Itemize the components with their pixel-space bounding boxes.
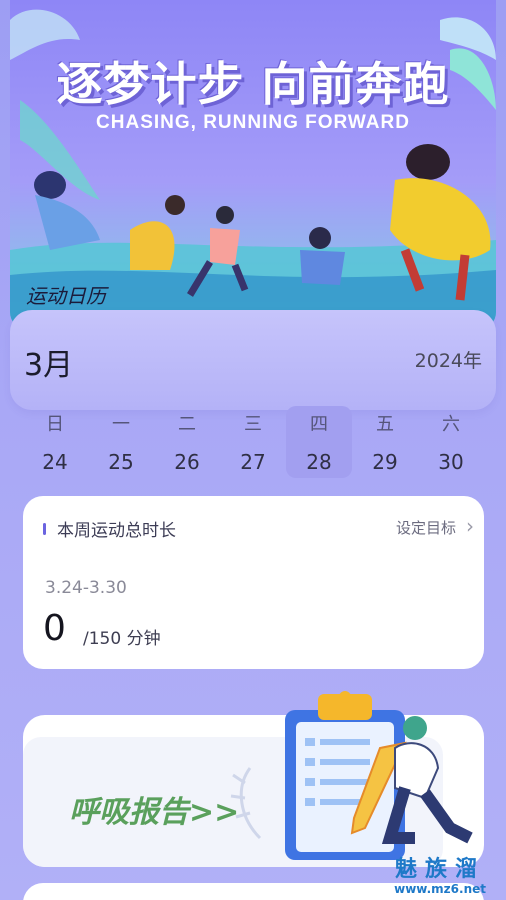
day-mon[interactable]: 一 25 xyxy=(88,406,154,478)
set-goal-link[interactable]: 设定目标 xyxy=(396,517,456,538)
calendar-header: 3月 2024年 xyxy=(10,310,496,410)
date-label: 27 xyxy=(240,450,266,474)
chevron-right-icon[interactable]: › xyxy=(466,514,474,538)
day-sat[interactable]: 六 30 xyxy=(418,406,484,478)
weekly-duration-title: 本周运动总时长 xyxy=(57,521,176,541)
date-label: 29 xyxy=(372,450,398,474)
day-tue[interactable]: 二 26 xyxy=(154,406,220,478)
year-label: 2024年 xyxy=(414,350,482,372)
date-label: 28 xyxy=(306,450,332,474)
watermark-url: www.mz6.net xyxy=(394,882,486,896)
weekly-duration-card[interactable]: 本周运动总时长 设定目标 › 3.24-3.30 0 /150 分钟 xyxy=(23,496,484,669)
weekday-label: 五 xyxy=(376,414,394,435)
watermark: 魅族溜 www.mz6.net xyxy=(394,857,486,897)
date-label: 25 xyxy=(108,450,134,474)
week-calendar: 3月 2024年 日 24 一 25 二 26 三 27 四 28 五 29 六… xyxy=(10,310,496,495)
weekday-label: 六 xyxy=(442,414,460,435)
weekday-label: 日 xyxy=(46,414,64,435)
accent-bar xyxy=(43,523,46,535)
week-range: 3.24-3.30 xyxy=(45,578,127,598)
date-label: 24 xyxy=(42,450,68,474)
weekday-label: 二 xyxy=(178,414,196,435)
clipboard-pencil-illustration xyxy=(230,691,473,860)
watermark-name: 魅族溜 xyxy=(395,857,486,882)
weekday-label: 三 xyxy=(244,414,262,435)
month-label: 3月 xyxy=(24,348,74,383)
weekday-label: 四 xyxy=(310,414,328,435)
weekday-label: 一 xyxy=(112,414,130,435)
sport-calendar-label: 运动日历 xyxy=(26,284,106,308)
date-label: 26 xyxy=(174,450,200,474)
total-minutes: 0 xyxy=(43,608,66,649)
day-sun[interactable]: 日 24 xyxy=(22,406,88,478)
banner-subtitle: CHASING, RUNNING FORWARD xyxy=(96,112,410,133)
date-label: 30 xyxy=(438,450,464,474)
hero-banner[interactable]: 逐梦计步 向前奔跑 CHASING, RUNNING FORWARD 运动日历 xyxy=(10,0,496,330)
day-fri[interactable]: 五 29 xyxy=(352,406,418,478)
day-thu-selected[interactable]: 四 28 xyxy=(286,406,352,478)
week-days: 日 24 一 25 二 26 三 27 四 28 五 29 六 30 xyxy=(22,406,484,478)
breath-report-link[interactable]: 呼吸报告>> xyxy=(69,787,239,831)
banner-title: 逐梦计步 向前奔跑 xyxy=(56,57,450,111)
screen: 逐梦计步 向前奔跑 CHASING, RUNNING FORWARD 运动日历 … xyxy=(0,0,506,900)
goal-minutes: /150 分钟 xyxy=(83,629,161,649)
day-wed[interactable]: 三 27 xyxy=(220,406,286,478)
